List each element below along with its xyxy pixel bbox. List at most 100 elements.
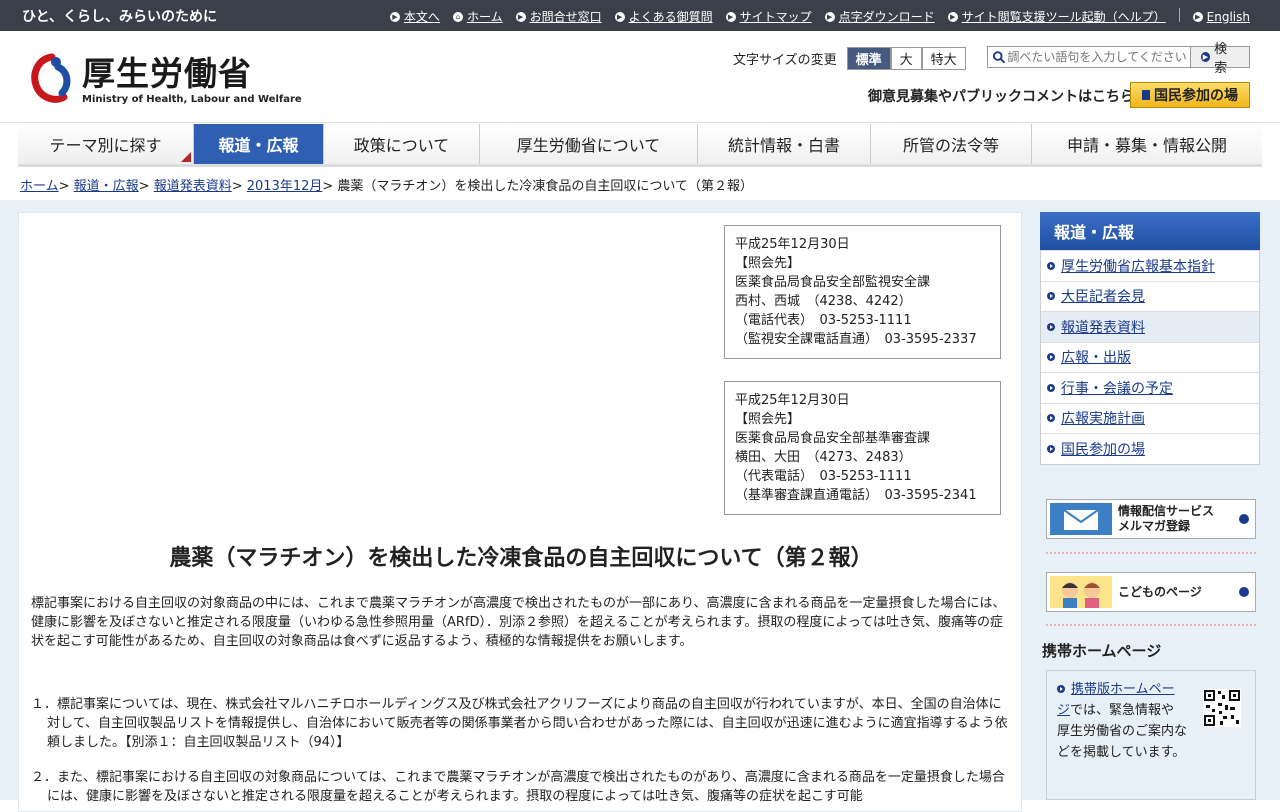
home-link[interactable]: ⌂ ホーム (452, 8, 503, 25)
arrow-icon: ▶ (1192, 11, 1203, 22)
contact-link[interactable]: ▶ お問合せ窓口 (515, 8, 602, 25)
page-title: 農薬（マラチオン）を検出した冷凍食品の自主回収について（第２報） (169, 546, 873, 571)
site-tagline: ひと、くらし、みらいのために (22, 9, 218, 25)
arrow-icon: ▶ (824, 11, 835, 22)
arrow-icon: ▶ (1200, 52, 1211, 62)
dropdown-corner-icon (181, 152, 191, 162)
sidebar-item-pr-guideline[interactable]: 厚生労働省広報基本指針 (1041, 250, 1259, 281)
envelope-icon (1050, 503, 1112, 535)
home-icon: ⌂ (452, 11, 463, 22)
list-item: １．標記事案については、現在、株式会社マルハニチロホールディングス及び株式会社ア… (31, 697, 1008, 750)
contact-phone: （代表電話） 03-5253-1111 (735, 469, 912, 484)
sidebar-item-events[interactable]: 行事・会議の予定 (1041, 372, 1259, 403)
mail-magazine-banner[interactable]: 情報配信サービス メルマガ登録 (1046, 499, 1256, 539)
nav-press-pr[interactable]: 報道・広報 (194, 124, 324, 164)
search-button[interactable]: ▶ 検索 (1189, 42, 1249, 76)
sidebar-item-press-conference[interactable]: 大臣記者会見 (1041, 280, 1259, 311)
kids-page-banner[interactable]: こどものページ (1046, 572, 1256, 612)
arrow-icon (1239, 514, 1249, 524)
nav-laws[interactable]: 所管の法令等 (871, 124, 1032, 164)
sidebar-item-press-releases[interactable]: 報道発表資料 (1041, 311, 1259, 342)
contact-label: 【照会先】 (735, 256, 801, 271)
nav-theme-search[interactable]: テーマ別に探す (18, 124, 194, 164)
skip-to-content-link[interactable]: ▶ 本文へ (389, 8, 440, 25)
contact-box: 平成25年12月30日 【照会先】 医薬食品局食品安全部監視安全課 西村、西城 … (724, 225, 1001, 359)
nav-about-ministry[interactable]: 厚生労働省について (480, 124, 698, 164)
main-content: 平成25年12月30日 【照会先】 医薬食品局食品安全部監視安全課 西村、西城 … (18, 212, 1022, 812)
contact-date: 平成25年12月30日 (735, 237, 850, 252)
nav-applications[interactable]: 申請・募集・情報公開 (1032, 124, 1262, 164)
braille-download-link[interactable]: ▶ 点字ダウンロード (824, 8, 935, 25)
font-size-xlarge-button[interactable]: 特大 (921, 47, 966, 70)
arrow-icon (1047, 292, 1055, 301)
breadcrumb-press-releases[interactable]: 報道発表資料 (154, 179, 232, 194)
mobile-site-heading: 携帯ホームページ (1042, 642, 1162, 660)
sidebar-item-publications[interactable]: 広報・出版 (1041, 341, 1259, 372)
site-header: 厚生労働省 Ministry of Health, Labour and Wel… (0, 31, 1280, 123)
arrow-icon (1239, 587, 1249, 597)
utility-links: ▶ 本文へ ⌂ ホーム ▶ お問合せ窓口 ▶ よくある御質問 ▶ サイトマップ ▶ 点字ダウ… (389, 8, 1250, 25)
mobile-site-box: 携帯版ホームページでは、緊急情報や厚生労働省のご案内などを掲載しています。 (1046, 670, 1256, 800)
global-navigation: テーマ別に探す 報道・広報 政策について 厚生労働省について 統計情報・白書 所… (18, 124, 1262, 167)
divider (1178, 8, 1180, 22)
contact-persons: 西村、西城 （4238、4242） (735, 294, 912, 309)
sidebar-heading: 報道・広報 (1040, 212, 1260, 250)
breadcrumb-press-pr[interactable]: 報道・広報 (74, 179, 139, 194)
contact-date: 平成25年12月30日 (735, 393, 850, 408)
public-participation-button[interactable]: 国民参加の場 (1130, 82, 1250, 108)
public-comment-text: 御意見募集やパブリックコメントはこちら (868, 89, 1134, 105)
search-icon (992, 51, 1006, 64)
contact-label: 【照会先】 (735, 412, 801, 427)
nav-policy[interactable]: 政策について (324, 124, 480, 164)
intro-paragraph: 標記事案における自主回収の対象商品の中には、これまで農薬マラチオンが高濃度で検出… (31, 596, 1006, 649)
font-size-large-button[interactable]: 大 (890, 47, 922, 70)
contact-department: 医薬食品局食品安全部監視安全課 (735, 275, 931, 290)
contact-persons: 横田、大田 （4273、2483） (735, 450, 912, 465)
arrow-icon: ▶ (725, 11, 736, 22)
arrow-icon (1047, 322, 1055, 331)
divider (1046, 552, 1256, 554)
breadcrumb-month[interactable]: 2013年12月 (247, 179, 323, 194)
nav-statistics[interactable]: 統計情報・白書 (698, 124, 871, 164)
qr-code-icon (1203, 689, 1241, 727)
ministry-emblem-icon (28, 53, 76, 107)
english-link[interactable]: ▶ English (1192, 8, 1250, 25)
breadcrumb-current: 農薬（マラチオン）を検出した冷凍食品の自主回収について（第２報） (337, 179, 754, 194)
logo-title: 厚生労働省 (82, 53, 252, 93)
faq-link[interactable]: ▶ よくある御質問 (614, 8, 713, 25)
top-utility-bar: ひと、くらし、みらいのために ▶ 本文へ ⌂ ホーム ▶ お問合せ窓口 ▶ よくある御質… (0, 0, 1280, 31)
arrow-icon: ▶ (614, 11, 625, 22)
contact-phone: （電話代表） 03-5253-1111 (735, 313, 912, 328)
mobile-site-description: では、緊急情報や厚生労働省のご案内などを掲載しています。 (1057, 703, 1188, 760)
logo-english: Ministry of Health, Labour and Welfare (82, 93, 302, 105)
accessibility-tool-link[interactable]: ▶ サイト閲覧支援ツール起動（ヘルプ） (947, 8, 1166, 25)
sidebar-menu: 厚生労働省広報基本指針 大臣記者会見 報道発表資料 広報・出版 行事・会議の予定… (1040, 250, 1260, 465)
site-search: ▶検索 (987, 42, 1250, 76)
arrow-icon (1047, 444, 1055, 453)
arrow-icon (1142, 90, 1150, 100)
contact-phone-direct: （監視安全課電話直通） 03-3595-2337 (735, 332, 977, 347)
contact-box: 平成25年12月30日 【照会先】 医薬食品局食品安全部基準審査課 横田、大田 … (724, 381, 1001, 515)
arrow-icon (1047, 414, 1055, 423)
arrow-icon: ▶ (389, 11, 400, 22)
arrow-icon (1047, 261, 1055, 270)
font-size-standard-button[interactable]: 標準 (846, 47, 891, 70)
arrow-icon: ▶ (515, 11, 526, 22)
arrow-icon (1047, 383, 1055, 392)
arrow-icon (1057, 685, 1065, 693)
arrow-icon: ▶ (947, 11, 958, 22)
sitemap-link[interactable]: ▶ サイトマップ (725, 8, 812, 25)
sidebar-item-pr-plan[interactable]: 広報実施計画 (1041, 402, 1259, 433)
contact-phone-direct: （基準審査課直通電話） 03-3595-2341 (735, 488, 977, 503)
font-size-switcher: 文字サイズの変更 標準 大 特大 (733, 47, 966, 70)
list-item: ２．また、標記事案における自主回収の対象商品については、これまで農薬マラチオンが… (31, 770, 1005, 804)
contact-department: 医薬食品局食品安全部基準審査課 (735, 431, 931, 446)
search-input[interactable] (1007, 50, 1190, 64)
font-size-label: 文字サイズの変更 (733, 53, 837, 68)
breadcrumb: ホーム> 報道・広報> 報道発表資料> 2013年12月> 農薬（マラチオン）を… (20, 179, 754, 194)
arrow-icon (1047, 353, 1055, 362)
breadcrumb-home[interactable]: ホーム (20, 179, 59, 194)
children-icon (1050, 576, 1112, 608)
sidebar-item-participation[interactable]: 国民参加の場 (1041, 433, 1259, 464)
site-logo[interactable]: 厚生労働省 Ministry of Health, Labour and Wel… (28, 53, 302, 107)
